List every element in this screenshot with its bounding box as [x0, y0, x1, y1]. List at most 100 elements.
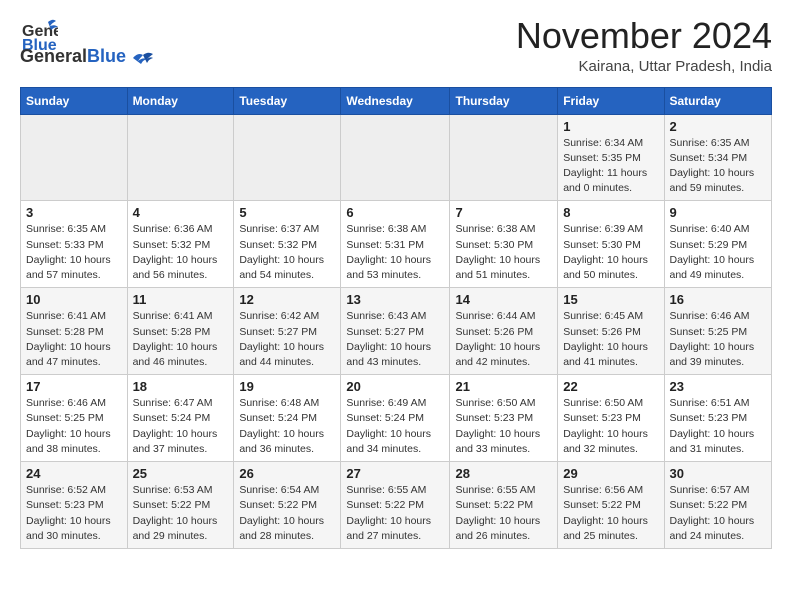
cell-info: Sunrise: 6:35 AMSunset: 5:33 PMDaylight:… — [26, 222, 122, 283]
cell-info: Sunrise: 6:39 AMSunset: 5:30 PMDaylight:… — [563, 222, 658, 283]
day-number: 12 — [239, 292, 335, 307]
day-number: 26 — [239, 466, 335, 481]
calendar-cell: 19 Sunrise: 6:48 AMSunset: 5:24 PMDayligh… — [234, 375, 341, 462]
header-row: Sunday Monday Tuesday Wednesday Thursday… — [21, 87, 772, 114]
location: Kairana, Uttar Pradesh, India — [516, 58, 772, 75]
page: General Blue GeneralBlue November 2024 K… — [0, 0, 792, 565]
cell-info: Sunrise: 6:51 AMSunset: 5:23 PMDaylight:… — [670, 396, 767, 457]
col-wednesday: Wednesday — [341, 87, 450, 114]
day-number: 11 — [133, 292, 229, 307]
cell-info: Sunrise: 6:55 AMSunset: 5:22 PMDaylight:… — [346, 483, 444, 544]
day-number: 21 — [455, 379, 552, 394]
calendar-cell: 12 Sunrise: 6:42 AMSunset: 5:27 PMDayligh… — [234, 288, 341, 375]
cell-info: Sunrise: 6:35 AMSunset: 5:34 PMDaylight:… — [670, 136, 767, 197]
day-number: 19 — [239, 379, 335, 394]
calendar-cell: 30 Sunrise: 6:57 AMSunset: 5:22 PMDayligh… — [664, 462, 772, 549]
calendar-cell: 28 Sunrise: 6:55 AMSunset: 5:22 PMDayligh… — [450, 462, 558, 549]
day-number: 7 — [455, 205, 552, 220]
title-block: November 2024 Kairana, Uttar Pradesh, In… — [516, 16, 772, 75]
calendar-cell: 22 Sunrise: 6:50 AMSunset: 5:23 PMDayligh… — [558, 375, 664, 462]
cell-info: Sunrise: 6:46 AMSunset: 5:25 PMDaylight:… — [26, 396, 122, 457]
cell-info: Sunrise: 6:37 AMSunset: 5:32 PMDaylight:… — [239, 222, 335, 283]
cell-info: Sunrise: 6:41 AMSunset: 5:28 PMDaylight:… — [26, 309, 122, 370]
col-monday: Monday — [127, 87, 234, 114]
cell-info: Sunrise: 6:49 AMSunset: 5:24 PMDaylight:… — [346, 396, 444, 457]
calendar-cell — [450, 114, 558, 201]
calendar-cell: 14 Sunrise: 6:44 AMSunset: 5:26 PMDayligh… — [450, 288, 558, 375]
calendar-cell: 27 Sunrise: 6:55 AMSunset: 5:22 PMDayligh… — [341, 462, 450, 549]
calendar-cell — [127, 114, 234, 201]
day-number: 28 — [455, 466, 552, 481]
day-number: 27 — [346, 466, 444, 481]
calendar-cell: 15Sunrise: 6:45 AMSunset: 5:26 PMDayligh… — [558, 288, 664, 375]
cell-info: Sunrise: 6:41 AMSunset: 5:28 PMDaylight:… — [133, 309, 229, 370]
cell-info: Sunrise: 6:44 AMSunset: 5:26 PMDaylight:… — [455, 309, 552, 370]
cell-info: Sunrise: 6:50 AMSunset: 5:23 PMDaylight:… — [455, 396, 552, 457]
calendar-body: 1Sunrise: 6:34 AMSunset: 5:35 PMDaylight… — [21, 114, 772, 548]
calendar-cell: 7 Sunrise: 6:38 AMSunset: 5:30 PMDaylight… — [450, 201, 558, 288]
calendar-cell: 1Sunrise: 6:34 AMSunset: 5:35 PMDaylight… — [558, 114, 664, 201]
calendar-cell: 25Sunrise: 6:53 AMSunset: 5:22 PMDayligh… — [127, 462, 234, 549]
day-number: 6 — [346, 205, 444, 220]
day-number: 4 — [133, 205, 229, 220]
cell-info: Sunrise: 6:52 AMSunset: 5:23 PMDaylight:… — [26, 483, 122, 544]
calendar-cell: 20Sunrise: 6:49 AMSunset: 5:24 PMDayligh… — [341, 375, 450, 462]
calendar-cell: 11 Sunrise: 6:41 AMSunset: 5:28 PMDayligh… — [127, 288, 234, 375]
calendar-table: Sunday Monday Tuesday Wednesday Thursday… — [20, 87, 772, 549]
calendar-cell — [21, 114, 128, 201]
calendar-week-1: 1Sunrise: 6:34 AMSunset: 5:35 PMDaylight… — [21, 114, 772, 201]
header: General Blue GeneralBlue November 2024 K… — [20, 16, 772, 75]
calendar-cell: 24 Sunrise: 6:52 AMSunset: 5:23 PMDayligh… — [21, 462, 128, 549]
day-number: 18 — [133, 379, 229, 394]
cell-info: Sunrise: 6:42 AMSunset: 5:27 PMDaylight:… — [239, 309, 335, 370]
calendar-cell: 21 Sunrise: 6:50 AMSunset: 5:23 PMDayligh… — [450, 375, 558, 462]
day-number: 22 — [563, 379, 658, 394]
cell-info: Sunrise: 6:57 AMSunset: 5:22 PMDaylight:… — [670, 483, 767, 544]
col-friday: Friday — [558, 87, 664, 114]
day-number: 16 — [670, 292, 767, 307]
day-number: 29 — [563, 466, 658, 481]
calendar-cell: 23 Sunrise: 6:51 AMSunset: 5:23 PMDayligh… — [664, 375, 772, 462]
day-number: 30 — [670, 466, 767, 481]
calendar-cell — [234, 114, 341, 201]
calendar-week-2: 3Sunrise: 6:35 AMSunset: 5:33 PMDaylight… — [21, 201, 772, 288]
calendar-week-4: 17Sunrise: 6:46 AMSunset: 5:25 PMDayligh… — [21, 375, 772, 462]
day-number: 25 — [133, 466, 229, 481]
calendar-cell: 9 Sunrise: 6:40 AMSunset: 5:29 PMDaylight… — [664, 201, 772, 288]
day-number: 14 — [455, 292, 552, 307]
calendar-cell: 8 Sunrise: 6:39 AMSunset: 5:30 PMDaylight… — [558, 201, 664, 288]
calendar-cell: 6 Sunrise: 6:38 AMSunset: 5:31 PMDaylight… — [341, 201, 450, 288]
calendar-week-5: 24 Sunrise: 6:52 AMSunset: 5:23 PMDayligh… — [21, 462, 772, 549]
cell-info: Sunrise: 6:38 AMSunset: 5:31 PMDaylight:… — [346, 222, 444, 283]
col-sunday: Sunday — [21, 87, 128, 114]
day-number: 23 — [670, 379, 767, 394]
calendar-cell — [341, 114, 450, 201]
cell-info: Sunrise: 6:34 AMSunset: 5:35 PMDaylight:… — [563, 136, 658, 197]
cell-info: Sunrise: 6:38 AMSunset: 5:30 PMDaylight:… — [455, 222, 552, 283]
calendar-cell: 26 Sunrise: 6:54 AMSunset: 5:22 PMDayligh… — [234, 462, 341, 549]
day-number: 9 — [670, 205, 767, 220]
cell-info: Sunrise: 6:56 AMSunset: 5:22 PMDaylight:… — [563, 483, 658, 544]
day-number: 24 — [26, 466, 122, 481]
logo-bird-icon — [133, 51, 155, 65]
cell-info: Sunrise: 6:46 AMSunset: 5:25 PMDaylight:… — [670, 309, 767, 370]
logo-general: General — [20, 46, 87, 66]
cell-info: Sunrise: 6:55 AMSunset: 5:22 PMDaylight:… — [455, 483, 552, 544]
logo-blue: Blue — [87, 46, 126, 66]
calendar-cell: 3Sunrise: 6:35 AMSunset: 5:33 PMDaylight… — [21, 201, 128, 288]
day-number: 13 — [346, 292, 444, 307]
calendar-cell: 4Sunrise: 6:36 AMSunset: 5:32 PMDaylight… — [127, 201, 234, 288]
calendar-cell: 5Sunrise: 6:37 AMSunset: 5:32 PMDaylight… — [234, 201, 341, 288]
cell-info: Sunrise: 6:40 AMSunset: 5:29 PMDaylight:… — [670, 222, 767, 283]
cell-info: Sunrise: 6:54 AMSunset: 5:22 PMDaylight:… — [239, 483, 335, 544]
calendar-cell: 29 Sunrise: 6:56 AMSunset: 5:22 PMDayligh… — [558, 462, 664, 549]
calendar-header: Sunday Monday Tuesday Wednesday Thursday… — [21, 87, 772, 114]
day-number: 8 — [563, 205, 658, 220]
cell-info: Sunrise: 6:43 AMSunset: 5:27 PMDaylight:… — [346, 309, 444, 370]
cell-info: Sunrise: 6:45 AMSunset: 5:26 PMDaylight:… — [563, 309, 658, 370]
cell-info: Sunrise: 6:50 AMSunset: 5:23 PMDaylight:… — [563, 396, 658, 457]
cell-info: Sunrise: 6:48 AMSunset: 5:24 PMDaylight:… — [239, 396, 335, 457]
month-title: November 2024 — [516, 16, 772, 56]
calendar-cell: 18Sunrise: 6:47 AMSunset: 5:24 PMDayligh… — [127, 375, 234, 462]
col-saturday: Saturday — [664, 87, 772, 114]
